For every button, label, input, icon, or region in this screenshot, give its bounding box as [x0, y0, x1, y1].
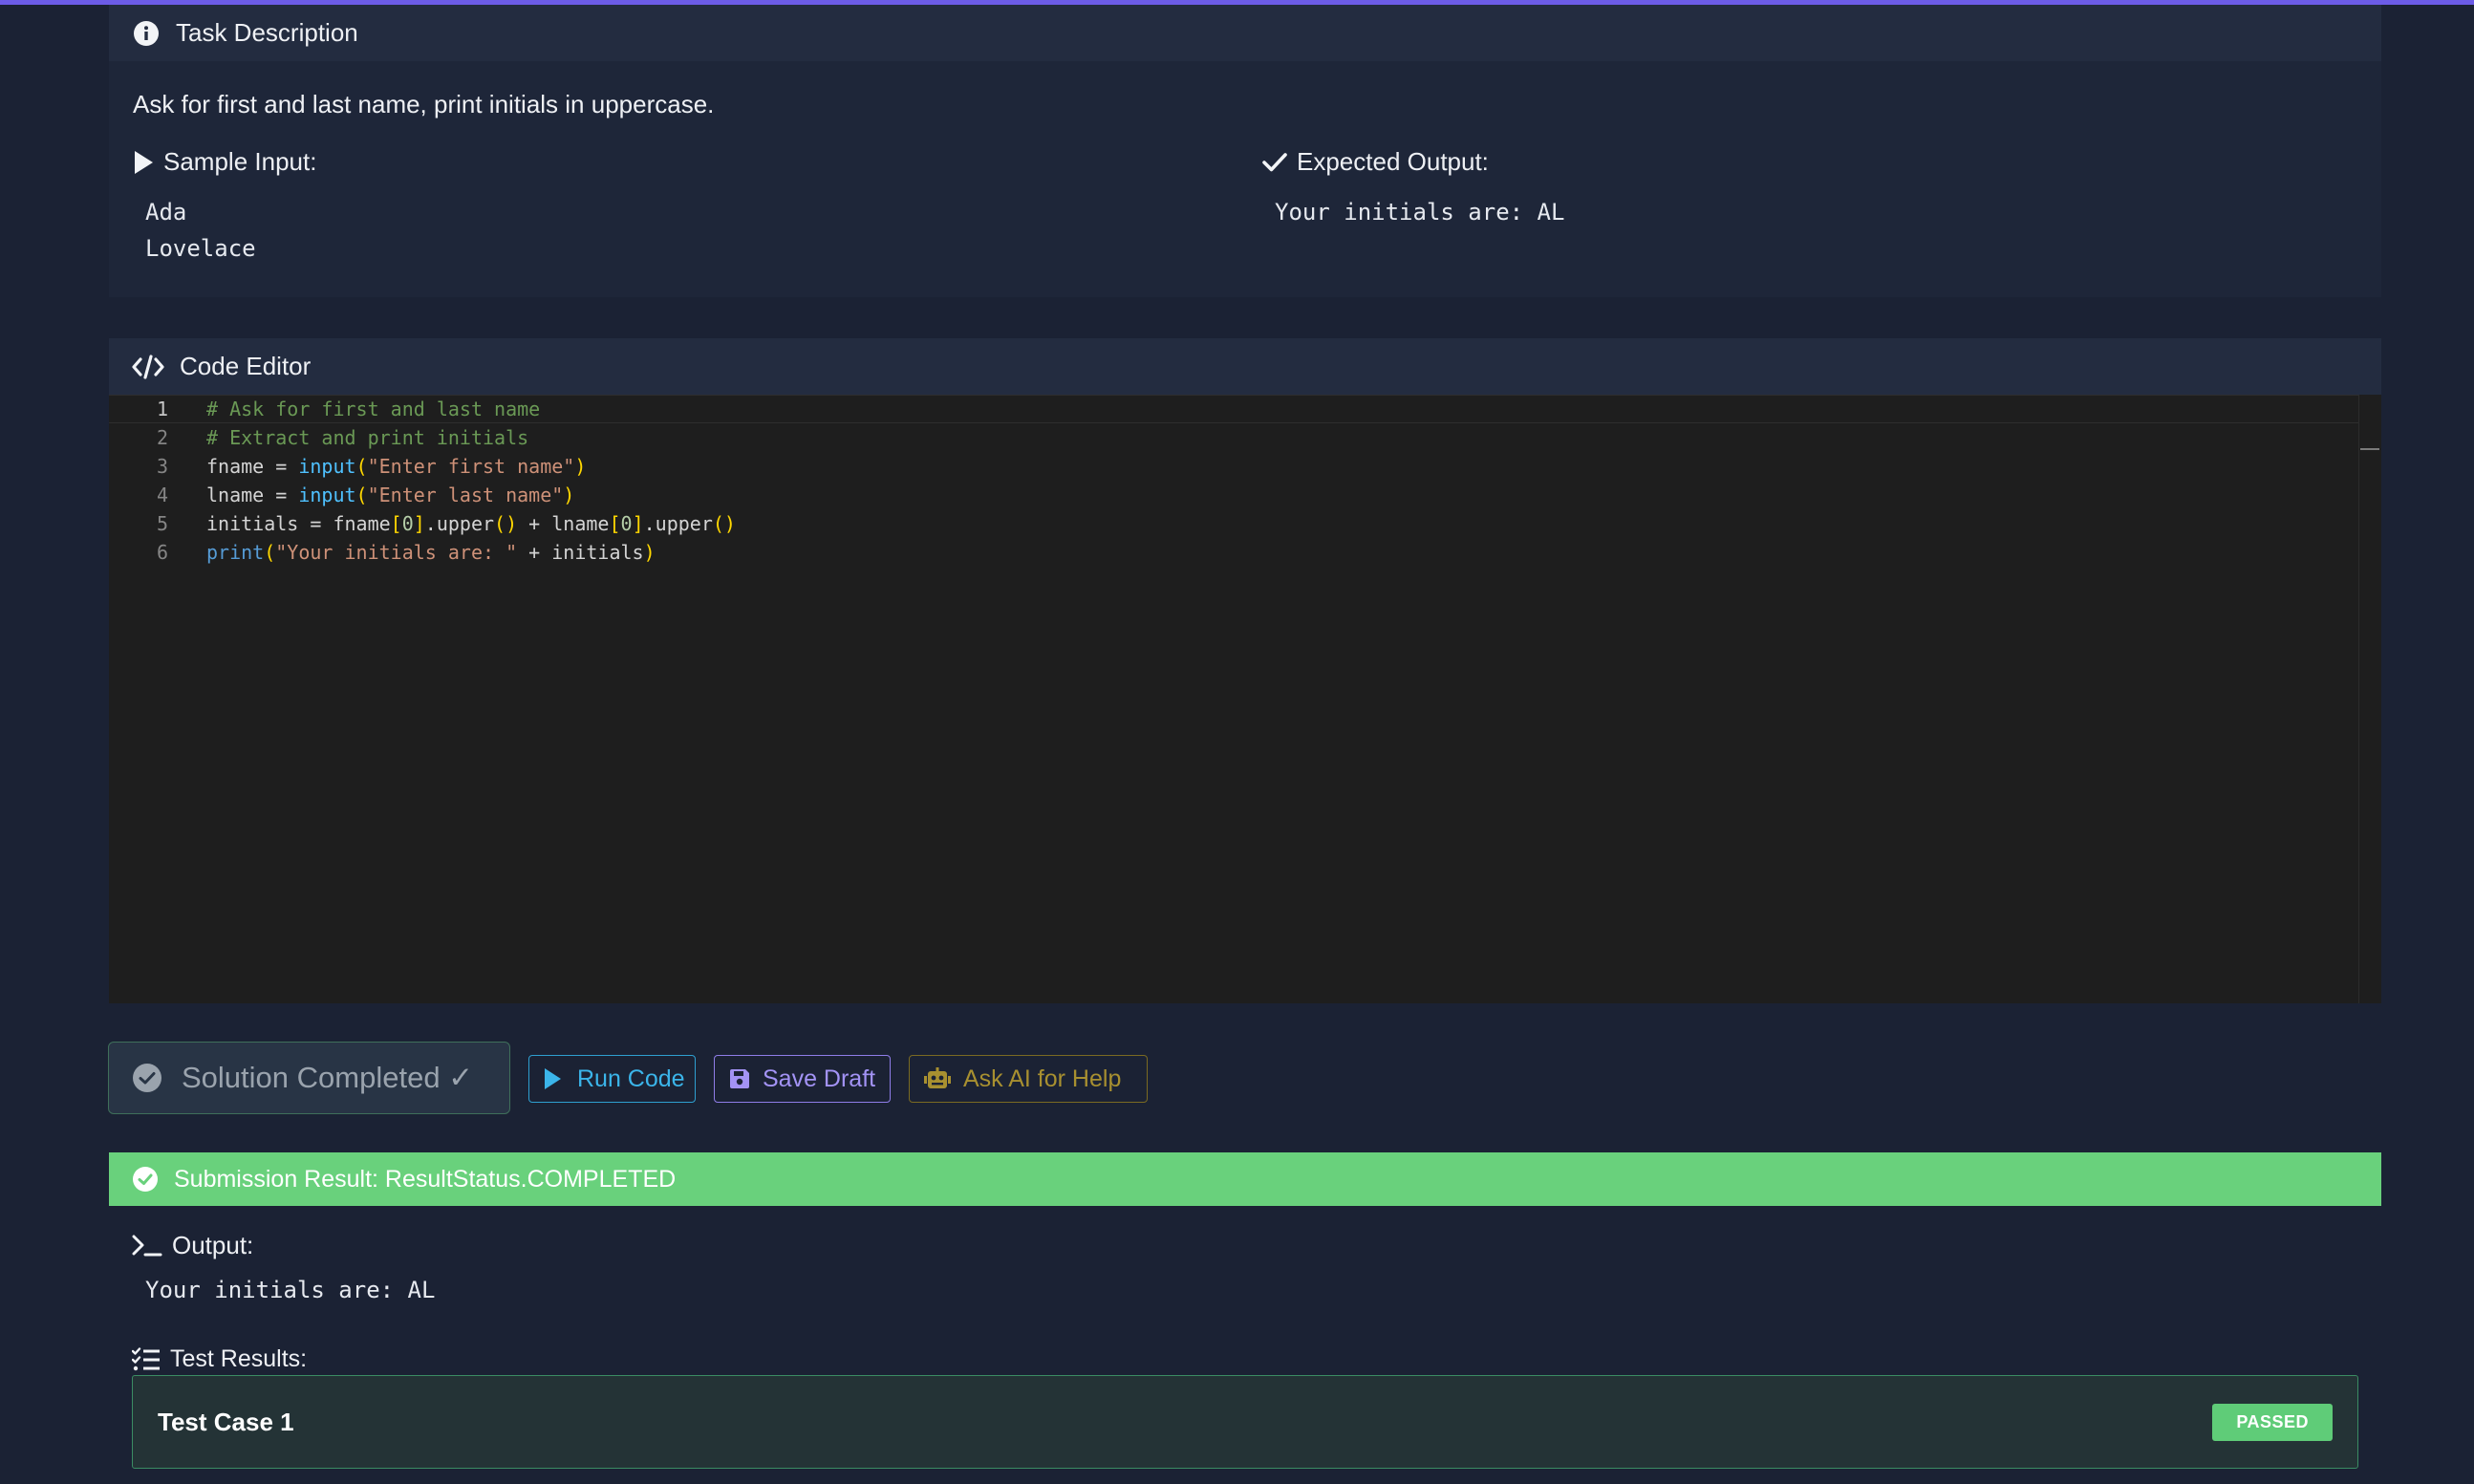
- code-text: lname = input("Enter last name"): [206, 484, 575, 506]
- expected-output-block: Expected Output: Your initials are: AL: [1262, 147, 1564, 230]
- robot-icon: [923, 1067, 952, 1090]
- save-draft-label: Save Draft: [763, 1065, 876, 1092]
- code-line: 4 lname = input("Enter last name"): [109, 481, 2358, 509]
- task-description-header: Task Description: [109, 5, 2381, 61]
- sample-input-label-row: Sample Input:: [133, 147, 316, 177]
- play-icon: [133, 150, 156, 175]
- line-number: 4: [156, 484, 168, 506]
- check-circle-icon: [132, 1166, 159, 1193]
- run-code-button[interactable]: Run Code: [528, 1055, 696, 1103]
- sample-input-line: Ada: [145, 199, 187, 226]
- line-number: 5: [156, 512, 168, 535]
- code-line: 6 print("Your initials are: " + initials…: [109, 538, 2358, 567]
- solution-completed-label: Solution Completed ✓: [182, 1061, 474, 1094]
- line-number: 6: [156, 541, 168, 564]
- code-text: # Extract and print initials: [206, 426, 529, 449]
- submission-result-banner: Submission Result: ResultStatus.COMPLETE…: [109, 1152, 2381, 1206]
- test-case-name: Test Case 1: [158, 1407, 294, 1436]
- test-results-label: Test Results:: [170, 1345, 308, 1372]
- test-case-card[interactable]: Test Case 1 PASSED: [132, 1375, 2358, 1469]
- info-icon: [132, 19, 161, 48]
- scrollbar-marker: [2360, 448, 2379, 450]
- sample-input-block: Sample Input: Ada Lovelace: [133, 147, 316, 267]
- code-editor-textarea[interactable]: 1 # Ask for first and last name 2 # Extr…: [109, 395, 2358, 1003]
- sample-input-label: Sample Input:: [163, 147, 317, 176]
- play-icon: [543, 1067, 566, 1090]
- code-text: print("Your initials are: " + initials): [206, 541, 656, 564]
- code-editor-panel: Code Editor 1 # Ask for first and last n…: [109, 338, 2381, 1003]
- terminal-icon: [132, 1234, 162, 1258]
- expected-output-label: Expected Output:: [1297, 147, 1489, 176]
- line-number: 3: [156, 455, 168, 478]
- code-editor-header: Code Editor: [109, 338, 2381, 395]
- check-circle-icon: [132, 1063, 162, 1093]
- expected-output-line: Your initials are: AL: [1275, 199, 1565, 226]
- output-text: Your initials are: AL: [145, 1277, 436, 1303]
- code-line: 3 fname = input("Enter first name"): [109, 452, 2358, 481]
- code-line: 1 # Ask for first and last name: [109, 395, 2358, 423]
- expected-output-label-row: Expected Output:: [1262, 147, 1564, 177]
- save-icon: [728, 1067, 751, 1090]
- line-number: 1: [156, 398, 168, 420]
- test-status-badge: PASSED: [2212, 1403, 2333, 1441]
- task-description-text: Ask for first and last name, print initi…: [133, 90, 715, 118]
- editor-scrollbar[interactable]: [2358, 395, 2381, 1003]
- task-description-panel: Task Description Ask for first and last …: [109, 5, 2381, 297]
- ask-ai-label: Ask AI for Help: [963, 1065, 1122, 1092]
- run-code-label: Run Code: [577, 1065, 685, 1092]
- sample-input-line: Lovelace: [145, 235, 256, 262]
- code-line: 2 # Extract and print initials: [109, 423, 2358, 452]
- code-icon: [132, 353, 164, 381]
- sample-input-value: Ada Lovelace: [145, 194, 316, 267]
- task-description-title: Task Description: [176, 18, 358, 47]
- line-number: 2: [156, 426, 168, 449]
- test-results-label-row: Test Results:: [131, 1345, 308, 1373]
- code-line: 5 initials = fname[0].upper() + lname[0]…: [109, 509, 2358, 538]
- code-text: initials = fname[0].upper() + lname[0].u…: [206, 512, 736, 535]
- list-check-icon: [131, 1346, 161, 1372]
- output-label: Output:: [172, 1231, 254, 1259]
- code-text: # Ask for first and last name: [206, 398, 541, 420]
- check-icon: [1262, 150, 1289, 175]
- submission-result-text: Submission Result: ResultStatus.COMPLETE…: [174, 1165, 677, 1193]
- save-draft-button[interactable]: Save Draft: [714, 1055, 891, 1103]
- output-label-row: Output:: [132, 1231, 253, 1260]
- code-editor-title: Code Editor: [180, 352, 312, 380]
- expected-output-value: Your initials are: AL: [1275, 194, 1564, 230]
- code-text: fname = input("Enter first name"): [206, 455, 587, 478]
- ask-ai-button[interactable]: Ask AI for Help: [909, 1055, 1148, 1103]
- solution-completed-button[interactable]: Solution Completed ✓: [108, 1042, 510, 1114]
